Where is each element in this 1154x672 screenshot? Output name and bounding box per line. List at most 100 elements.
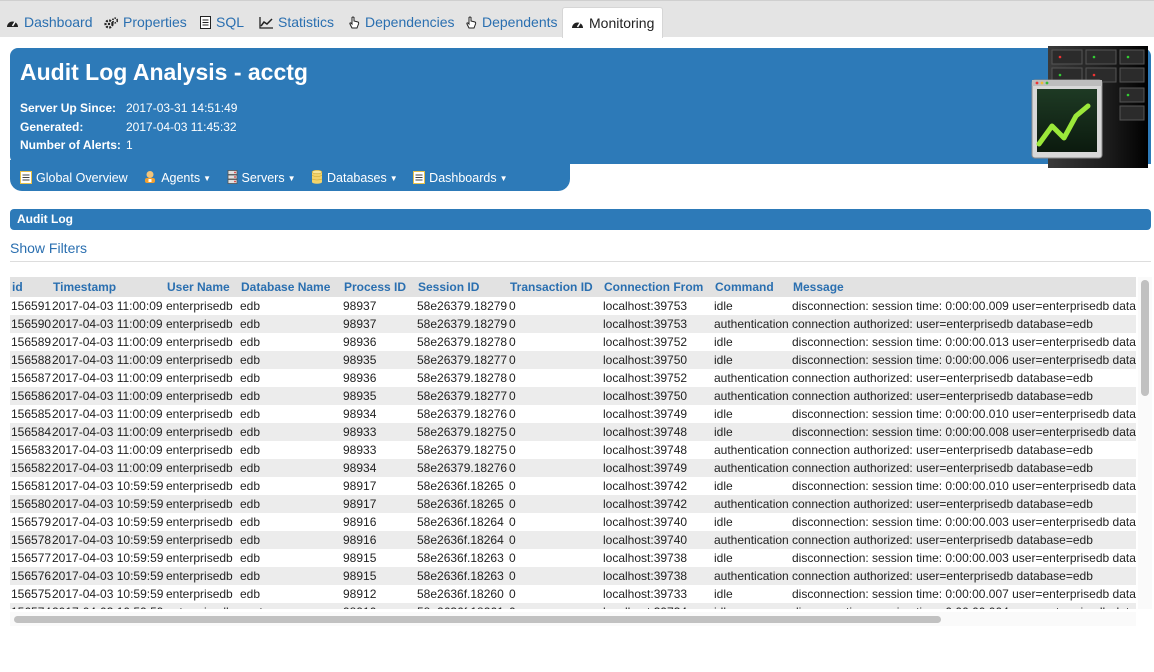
table-cell: 156583	[10, 441, 51, 459]
table-cell: localhost:39748	[602, 423, 713, 441]
table-row[interactable]: 156575 2017-04-03 10:59:59 enterprisedb edb…	[10, 585, 1136, 603]
column-header[interactable]: Message	[791, 277, 1136, 297]
table-row[interactable]: 156582 2017-04-03 11:00:09 enterprisedb edb…	[10, 459, 1136, 477]
column-header[interactable]: Transaction ID	[508, 277, 602, 297]
table-cell: 98912	[342, 585, 416, 603]
global-overview-link[interactable]: Global Overview	[20, 171, 128, 185]
table-row[interactable]: 1565742017-04-03 10:59:59enterprisedbpos…	[10, 603, 1136, 609]
table-row[interactable]: 156583 2017-04-03 11:00:09 enterprisedb edb…	[10, 441, 1136, 459]
show-filters-link[interactable]: Show Filters	[10, 240, 87, 256]
table-cell: 98910	[342, 603, 416, 609]
tab-monitoring[interactable]: Monitoring	[562, 7, 664, 38]
table-cell: idle	[713, 423, 791, 441]
table-row[interactable]: 156584 2017-04-03 11:00:09 enterprisedb edb…	[10, 423, 1136, 441]
table-cell: 156590	[10, 315, 51, 333]
table-cell: 58e26379.18279	[416, 297, 508, 315]
column-header[interactable]: Connection From	[602, 277, 713, 297]
caret-down-icon: ▼	[499, 174, 508, 183]
table-cell: enterprisedb	[165, 297, 239, 315]
table-row[interactable]: 156587 2017-04-03 11:00:09 enterprisedb edb…	[10, 369, 1136, 387]
table-cell: 156591	[10, 297, 51, 315]
table-cell: 0	[508, 369, 602, 387]
table-row[interactable]: 156578 2017-04-03 10:59:59 enterprisedb edb…	[10, 531, 1136, 549]
table-cell: 156585	[10, 405, 51, 423]
tab-sql[interactable]: SQL	[200, 7, 244, 37]
table-cell: authentication	[713, 459, 791, 477]
table-cell: 98915	[342, 549, 416, 567]
table-cell: 156588	[10, 351, 51, 369]
column-header[interactable]: Command	[713, 277, 791, 297]
table-cell: 0	[508, 333, 602, 351]
table-cell: connection authorized: user=enterprisedb…	[791, 567, 1136, 585]
generated-value: 2017-04-03 11:45:32	[126, 120, 237, 134]
vertical-scrollbar-thumb[interactable]	[1141, 280, 1149, 396]
report-icon	[20, 171, 32, 184]
table-cell: 156580	[10, 495, 51, 513]
servers-dropdown[interactable]: Servers ▼	[227, 170, 296, 185]
databases-dropdown[interactable]: Databases ▼	[311, 169, 398, 185]
column-header[interactable]: Process ID	[342, 277, 416, 297]
table-cell: 2017-04-03 11:00:09	[51, 369, 165, 387]
table-cell: edb	[239, 387, 342, 405]
table-cell: 58e26379.18276	[416, 405, 508, 423]
table-row[interactable]: 156579 2017-04-03 10:59:59 enterprisedb edb…	[10, 513, 1136, 531]
table-cell: 58e26379.18276	[416, 459, 508, 477]
column-header[interactable]: Timestamp	[51, 277, 165, 297]
table-row[interactable]: 156577 2017-04-03 10:59:59 enterprisedb edb…	[10, 549, 1136, 567]
global-overview-label: Global Overview	[36, 171, 128, 185]
table-cell: idle	[713, 477, 791, 495]
table-cell: 156581	[10, 477, 51, 495]
tab-dashboard[interactable]: Dashboard	[6, 7, 93, 37]
tab-label: Dependencies	[365, 14, 455, 30]
table-cell: 98915	[342, 567, 416, 585]
agents-dropdown[interactable]: Agents ▼	[143, 170, 211, 185]
column-header[interactable]: Session ID	[416, 277, 508, 297]
table-cell: authentication	[713, 495, 791, 513]
table-cell: idle	[713, 297, 791, 315]
table-cell: idle	[713, 585, 791, 603]
table-cell: authentication	[713, 387, 791, 405]
table-cell: enterprisedb	[165, 513, 239, 531]
table-cell: localhost:39750	[602, 351, 713, 369]
table-cell: 2017-04-03 11:00:09	[51, 333, 165, 351]
tab-dependencies[interactable]: Dependencies	[348, 7, 455, 37]
table-row[interactable]: 156580 2017-04-03 10:59:59 enterprisedb edb…	[10, 495, 1136, 513]
table-cell: localhost:39753	[602, 297, 713, 315]
table-row[interactable]: 156589 2017-04-03 11:00:09 enterprisedb edb…	[10, 333, 1136, 351]
table-cell: 156579	[10, 513, 51, 531]
table-cell: enterprisedb	[165, 459, 239, 477]
report-icon	[413, 171, 426, 184]
table-cell: 156589	[10, 333, 51, 351]
table-row[interactable]: 156590 2017-04-03 11:00:09 enterprisedb edb…	[10, 315, 1136, 333]
table-cell: enterprisedb	[165, 585, 239, 603]
table-row[interactable]: 156588 2017-04-03 11:00:09 enterprisedb edb…	[10, 351, 1136, 369]
table-row[interactable]: 156576 2017-04-03 10:59:59 enterprisedb edb…	[10, 567, 1136, 585]
databases-label: Databases	[327, 171, 387, 185]
tab-label: SQL	[216, 14, 245, 30]
table-row[interactable]: 156591 2017-04-03 11:00:09 enterprisedb edb…	[10, 297, 1136, 315]
tab-dependents[interactable]: Dependents	[465, 7, 558, 37]
table-cell: 156577	[10, 549, 51, 567]
table-cell: 0	[508, 423, 602, 441]
column-header[interactable]: id	[10, 277, 51, 297]
column-header[interactable]: Database Name	[239, 277, 342, 297]
table-cell: disconnection: session time: 0:00:00.010…	[791, 477, 1136, 495]
dashboards-label: Dashboards	[429, 171, 497, 185]
table-cell: 156574	[10, 603, 51, 609]
server-monitor-illustration	[1031, 46, 1148, 168]
table-row[interactable]: 156585 2017-04-03 11:00:09 enterprisedb edb…	[10, 405, 1136, 423]
table-row[interactable]: 156581 2017-04-03 10:59:59 enterprisedb edb…	[10, 477, 1136, 495]
table-cell: authentication	[713, 567, 791, 585]
table-cell: 0	[508, 297, 602, 315]
table-cell: 156576	[10, 567, 51, 585]
table-cell: 58e2636f.18264	[416, 513, 508, 531]
tab-properties[interactable]: Properties	[104, 7, 187, 37]
tab-statistics[interactable]: Statistics	[259, 7, 334, 37]
table-cell: 0	[508, 477, 602, 495]
column-header[interactable]: User Name	[165, 277, 239, 297]
table-cell: 0	[508, 513, 602, 531]
dashboards-dropdown[interactable]: Dashboards ▼	[413, 171, 508, 185]
table-cell: 2017-04-03 11:00:09	[51, 315, 165, 333]
horizontal-scrollbar-thumb[interactable]	[14, 616, 941, 623]
table-row[interactable]: 156586 2017-04-03 11:00:09 enterprisedb edb…	[10, 387, 1136, 405]
